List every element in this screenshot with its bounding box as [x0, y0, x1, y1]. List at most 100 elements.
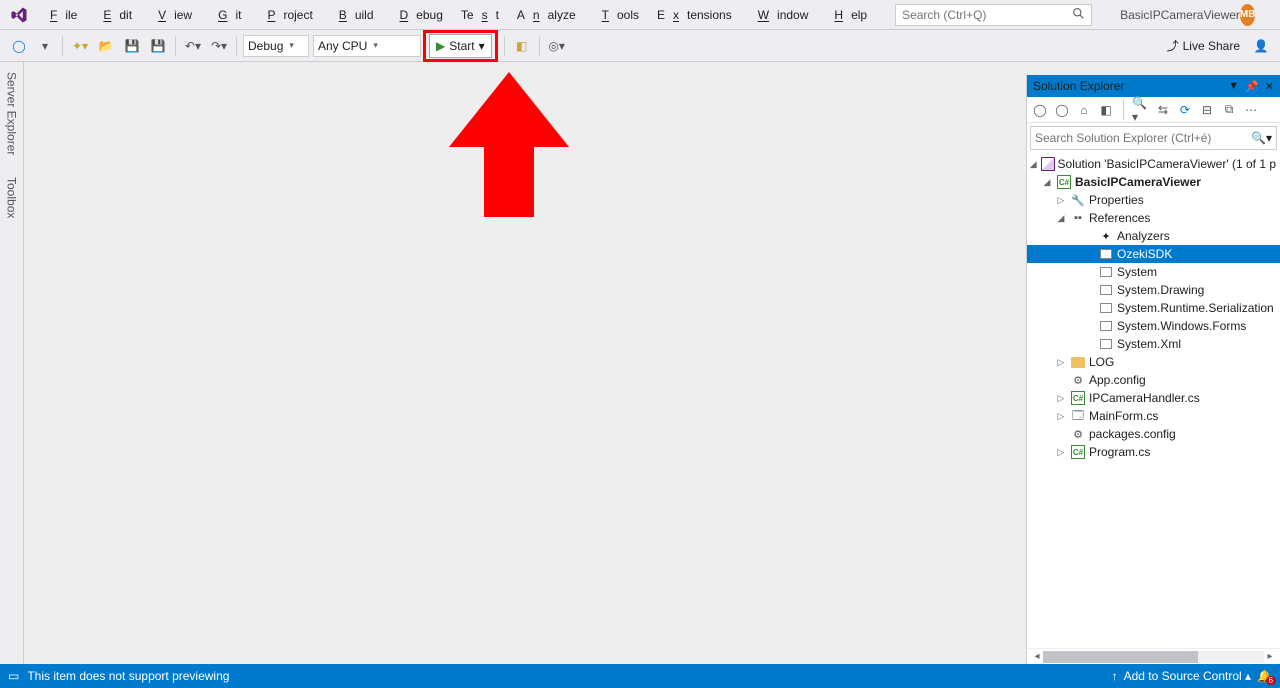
scroll-right-icon[interactable]: ▸ [1264, 651, 1276, 662]
tree-solution-root[interactable]: ◢ Solution 'BasicIPCameraViewer' (1 of 1… [1027, 155, 1280, 173]
server-explorer-tab[interactable]: Server Explorer [3, 68, 21, 159]
user-avatar[interactable]: MB [1240, 4, 1256, 26]
minimize-button[interactable] [1271, 1, 1280, 29]
dll-icon [1098, 264, 1114, 280]
csproj-icon: C# [1056, 174, 1072, 190]
platform-combo[interactable]: Any CPU▾ [313, 35, 421, 57]
dll-icon [1098, 318, 1114, 334]
search-icon[interactable] [1072, 7, 1085, 23]
se-showall-button[interactable]: ⧉ [1220, 101, 1238, 119]
se-sync-button[interactable]: ⇆ [1154, 101, 1172, 119]
se-collapse-button[interactable]: ⊟ [1198, 101, 1216, 119]
config-icon: ⚙ [1070, 426, 1086, 442]
pin-icon[interactable]: 📌 [1245, 80, 1259, 93]
redo-button[interactable]: ↷▾ [207, 34, 231, 58]
tree-log-folder[interactable]: ▷ LOG [1027, 353, 1280, 371]
menu-tools[interactable]: Tools [586, 4, 647, 26]
form-icon: 🗔 [1070, 408, 1086, 424]
notifications-button[interactable]: 🔔6 [1257, 669, 1272, 683]
main-menu: File Edit View Git Project Build Debug T… [34, 4, 875, 26]
dll-icon [1098, 336, 1114, 352]
main-toolbar: ◯ ▾ ✦▾ 📂 💾 💾 ↶▾ ↷▾ Debug▾ Any CPU▾ ▶ Sta… [0, 30, 1280, 62]
solution-tree[interactable]: ◢ Solution 'BasicIPCameraViewer' (1 of 1… [1027, 153, 1280, 648]
menu-view[interactable]: View [142, 4, 200, 26]
status-icon: ▭ [8, 669, 19, 683]
se-back-button[interactable]: ◯ [1031, 101, 1049, 119]
editor-area [24, 62, 1026, 664]
menu-analyze[interactable]: Analyze [509, 4, 584, 26]
se-refresh-button[interactable]: ⟳ [1176, 101, 1194, 119]
tree-project[interactable]: ◢C# BasicIPCameraViewer [1027, 173, 1280, 191]
tree-analyzers[interactable]: ✦ Analyzers [1027, 227, 1280, 245]
menu-help[interactable]: Help [818, 4, 875, 26]
new-item-button[interactable]: ✦▾ [68, 34, 92, 58]
folder-icon [1070, 354, 1086, 370]
menu-build[interactable]: Build [323, 4, 382, 26]
tree-references[interactable]: ◢▪▪ References [1027, 209, 1280, 227]
tree-system[interactable]: System [1027, 263, 1280, 281]
open-button[interactable]: 📂 [94, 34, 118, 58]
nav-back-button[interactable]: ◯ [7, 34, 31, 58]
tree-system-forms[interactable]: System.Windows.Forms [1027, 317, 1280, 335]
toolbar-btn-ext2[interactable]: ◎▾ [545, 34, 569, 58]
toolbar-btn-ext1[interactable]: ◧ [510, 34, 534, 58]
menu-window[interactable]: Window [742, 4, 817, 26]
references-icon: ▪▪ [1070, 210, 1086, 226]
dll-icon [1098, 300, 1114, 316]
play-icon: ▶ [436, 39, 445, 53]
solution-search[interactable]: 🔍▾ [1030, 126, 1277, 150]
menu-debug[interactable]: Debug [384, 4, 451, 26]
quick-search[interactable] [895, 4, 1092, 26]
horizontal-scrollbar[interactable]: ◂ ▸ [1027, 648, 1280, 664]
tree-ozekisdk[interactable]: OzekiSDK [1027, 245, 1280, 263]
tree-properties[interactable]: ▷🔧 Properties [1027, 191, 1280, 209]
menu-project[interactable]: Project [251, 4, 320, 26]
solution-search-input[interactable] [1035, 131, 1225, 145]
project-title: BasicIPCameraViewer [1120, 8, 1240, 22]
start-debug-button[interactable]: ▶ Start ▾ [429, 34, 492, 58]
solution-explorer-title: Solution Explorer [1033, 79, 1124, 93]
scroll-left-icon[interactable]: ◂ [1031, 651, 1043, 662]
menu-test[interactable]: Test [453, 4, 507, 26]
tree-system-xml[interactable]: System.Xml [1027, 335, 1280, 353]
solution-explorer-header[interactable]: Solution Explorer ▼ 📌 ✕ [1027, 75, 1280, 97]
menu-extensions[interactable]: Extensions [649, 4, 740, 26]
share-icon: ⤴ [1167, 37, 1179, 54]
tree-system-runtime[interactable]: System.Runtime.Serialization [1027, 299, 1280, 317]
menu-git[interactable]: Git [202, 4, 249, 26]
left-side-tabs: Server Explorer Toolbox [0, 62, 24, 664]
se-switch-view-button[interactable]: ◧ [1097, 101, 1115, 119]
se-filter-button[interactable]: 🔍▾ [1132, 101, 1150, 119]
analyzer-icon: ✦ [1098, 228, 1114, 244]
search-icon[interactable]: 🔍▾ [1251, 131, 1272, 145]
configuration-combo[interactable]: Debug▾ [243, 35, 309, 57]
tree-packagesconfig[interactable]: ⚙ packages.config [1027, 425, 1280, 443]
tree-appconfig[interactable]: ⚙ App.config [1027, 371, 1280, 389]
live-share-button[interactable]: ⤴ Live Share [1167, 37, 1240, 54]
tree-program[interactable]: ▷C# Program.cs [1027, 443, 1280, 461]
save-all-button[interactable]: 💾 [146, 34, 170, 58]
dll-icon [1098, 246, 1114, 262]
toolbox-tab[interactable]: Toolbox [3, 173, 21, 222]
panel-close-icon[interactable]: ✕ [1265, 80, 1274, 93]
menu-edit[interactable]: Edit [87, 4, 140, 26]
menu-file[interactable]: File [34, 4, 85, 26]
se-home-button[interactable]: ⌂ [1075, 101, 1093, 119]
quick-search-input[interactable] [902, 8, 1072, 22]
se-more-button[interactable]: ⋯ [1242, 101, 1260, 119]
notification-count: 6 [1266, 676, 1276, 685]
tree-system-drawing[interactable]: System.Drawing [1027, 281, 1280, 299]
scroll-thumb[interactable] [1043, 651, 1198, 663]
status-bar: ▭ This item does not support previewing … [0, 664, 1280, 688]
se-fwd-button[interactable]: ◯ [1053, 101, 1071, 119]
nav-fwd-button[interactable]: ▾ [33, 34, 57, 58]
solution-icon [1041, 156, 1055, 172]
feedback-button[interactable]: 👤 [1249, 34, 1273, 58]
add-source-control-button[interactable]: Add to Source Control ▴ [1124, 669, 1251, 683]
save-button[interactable]: 💾 [120, 34, 144, 58]
tree-ipcamerahandler[interactable]: ▷C# IPCameraHandler.cs [1027, 389, 1280, 407]
tree-mainform[interactable]: ▷🗔 MainForm.cs [1027, 407, 1280, 425]
undo-button[interactable]: ↶▾ [181, 34, 205, 58]
panel-dropdown-icon[interactable]: ▼ [1228, 80, 1239, 93]
vs-logo-icon [10, 5, 28, 25]
